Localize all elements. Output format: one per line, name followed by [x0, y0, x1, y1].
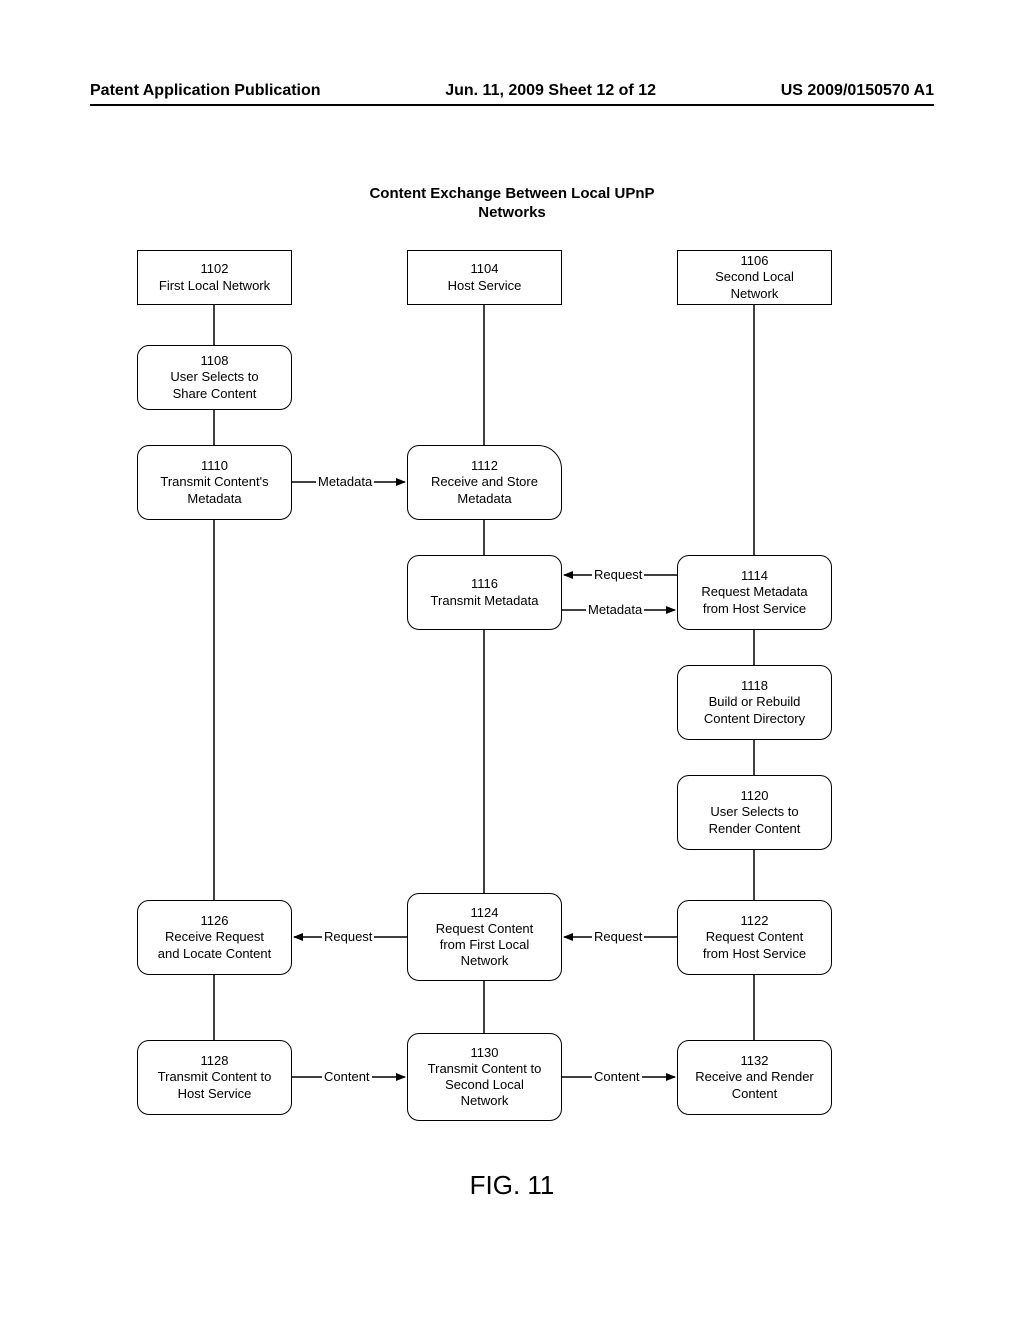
- 1118-l2: Content Directory: [704, 711, 805, 727]
- 1124-l2: from First Local: [440, 937, 530, 953]
- lane-first-id: 1102: [201, 261, 229, 277]
- 1122-id: 1122: [741, 913, 769, 929]
- header-center: Jun. 11, 2009 Sheet 12 of 12: [445, 82, 656, 100]
- 1130-l2: Second Local: [445, 1077, 524, 1093]
- page-header: Patent Application Publication Jun. 11, …: [90, 82, 934, 100]
- box-1132: 1132 Receive and Render Content: [677, 1040, 832, 1115]
- 1118-l1: Build or Rebuild: [709, 694, 801, 710]
- lbl-request-1: Request: [592, 567, 644, 582]
- 1128-l2: Host Service: [178, 1086, 252, 1102]
- 1120-l1: User Selects to: [710, 804, 798, 820]
- box-1124: 1124 Request Content from First Local Ne…: [407, 893, 562, 981]
- box-1114: 1114 Request Metadata from Host Service: [677, 555, 832, 630]
- 1110-id: 1110: [201, 458, 228, 474]
- 1130-id: 1130: [471, 1045, 499, 1061]
- 1108-l2: Share Content: [173, 386, 257, 402]
- title-line-2: Networks: [478, 204, 546, 221]
- lbl-metadata-1: Metadata: [316, 474, 374, 489]
- 1114-l2: from Host Service: [703, 601, 806, 617]
- lane-host-id: 1104: [471, 261, 499, 277]
- 1118-id: 1118: [741, 678, 768, 694]
- 1124-l3: Network: [461, 953, 509, 969]
- 1124-l1: Request Content: [436, 921, 534, 937]
- lbl-content-2: Content: [592, 1069, 642, 1084]
- title-line-1: Content Exchange Between Local UPnP: [369, 185, 654, 202]
- 1126-l1: Receive Request: [165, 929, 264, 945]
- header-rule: [90, 104, 934, 106]
- 1112-l2: Metadata: [457, 491, 511, 507]
- 1108-l1: User Selects to: [170, 369, 258, 385]
- figure-caption: FIG. 11: [0, 1170, 1024, 1201]
- lane-second-label1: Second Local: [715, 269, 794, 285]
- box-1116: 1116 Transmit Metadata: [407, 555, 562, 630]
- 1110-l2: Metadata: [187, 491, 241, 507]
- 1132-l2: Content: [732, 1086, 778, 1102]
- box-1128: 1128 Transmit Content to Host Service: [137, 1040, 292, 1115]
- 1110-l1: Transmit Content's: [160, 474, 268, 490]
- 1126-id: 1126: [201, 913, 229, 929]
- 1112-id: 1112: [471, 458, 498, 474]
- 1116-l1: Transmit Metadata: [431, 593, 539, 609]
- 1108-id: 1108: [201, 353, 229, 369]
- 1130-l1: Transmit Content to: [428, 1061, 542, 1077]
- 1128-l1: Transmit Content to: [158, 1069, 272, 1085]
- 1114-id: 1114: [741, 568, 768, 584]
- lane-host-label: Host Service: [448, 278, 522, 294]
- lane-first: 1102 First Local Network: [137, 250, 292, 305]
- 1112-l1: Receive and Store: [431, 474, 538, 490]
- lbl-metadata-2: Metadata: [586, 602, 644, 617]
- lane-host: 1104 Host Service: [407, 250, 562, 305]
- box-1110: 1110 Transmit Content's Metadata: [137, 445, 292, 520]
- lane-first-label: First Local Network: [159, 278, 270, 294]
- box-1130: 1130 Transmit Content to Second Local Ne…: [407, 1033, 562, 1121]
- 1114-l1: Request Metadata: [701, 584, 807, 600]
- lane-second-id: 1106: [741, 253, 769, 269]
- lane-second: 1106 Second Local Network: [677, 250, 832, 305]
- lbl-request-2: Request: [592, 929, 644, 944]
- box-1118: 1118 Build or Rebuild Content Directory: [677, 665, 832, 740]
- 1124-id: 1124: [471, 905, 499, 921]
- 1132-id: 1132: [741, 1053, 769, 1069]
- header-left: Patent Application Publication: [90, 82, 321, 100]
- 1132-l1: Receive and Render: [695, 1069, 814, 1085]
- box-1112: 1112 Receive and Store Metadata: [407, 445, 562, 520]
- diagram-title: Content Exchange Between Local UPnP Netw…: [0, 185, 1024, 223]
- lane-second-label2: Network: [731, 286, 779, 302]
- box-1126: 1126 Receive Request and Locate Content: [137, 900, 292, 975]
- box-1108: 1108 User Selects to Share Content: [137, 345, 292, 410]
- box-1120: 1120 User Selects to Render Content: [677, 775, 832, 850]
- 1122-l2: from Host Service: [703, 946, 806, 962]
- lbl-content-1: Content: [322, 1069, 372, 1084]
- lbl-request-3: Request: [322, 929, 374, 944]
- 1122-l1: Request Content: [706, 929, 804, 945]
- 1130-l3: Network: [461, 1093, 509, 1109]
- 1126-l2: and Locate Content: [158, 946, 271, 962]
- 1120-id: 1120: [741, 788, 769, 804]
- header-right: US 2009/0150570 A1: [781, 82, 934, 100]
- box-1122: 1122 Request Content from Host Service: [677, 900, 832, 975]
- 1128-id: 1128: [201, 1053, 229, 1069]
- 1116-id: 1116: [471, 576, 498, 592]
- 1120-l2: Render Content: [709, 821, 801, 837]
- page: Patent Application Publication Jun. 11, …: [0, 0, 1024, 1320]
